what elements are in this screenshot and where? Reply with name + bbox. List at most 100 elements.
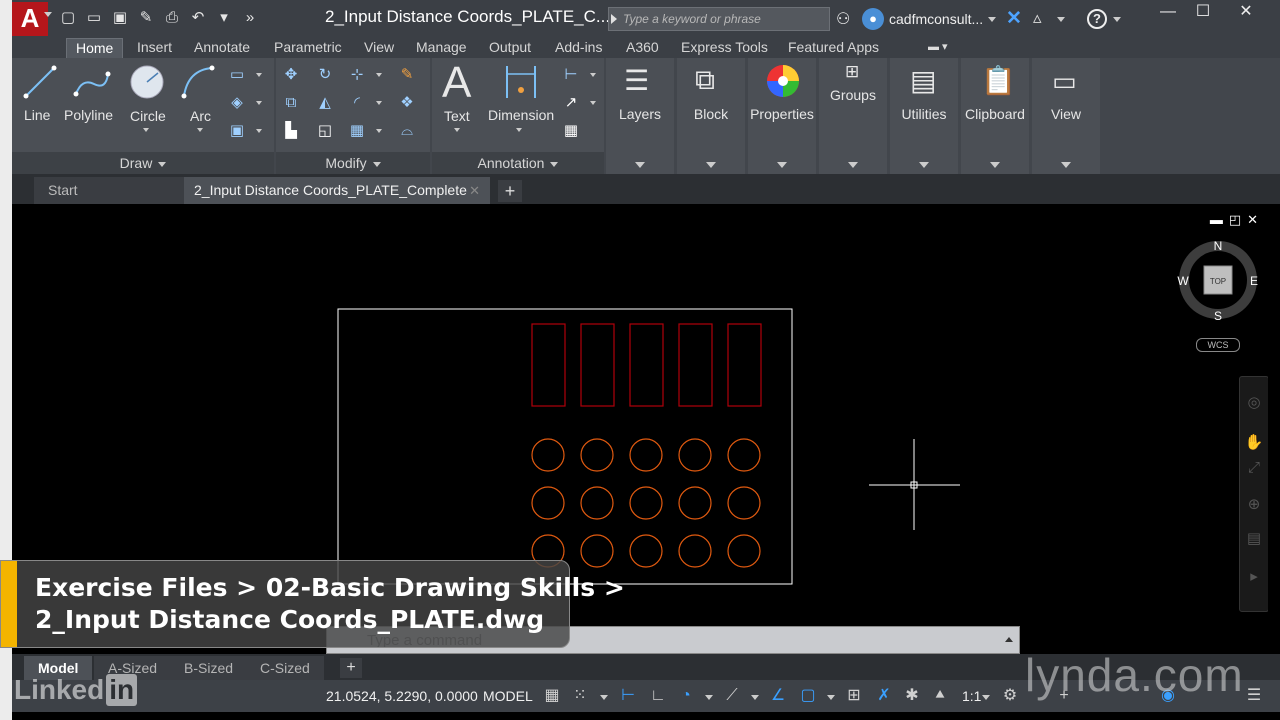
viewcube-south[interactable]: S (1214, 309, 1222, 323)
new-layout-button[interactable]: + (340, 658, 362, 678)
viewcube-north[interactable]: N (1214, 239, 1223, 253)
table-icon[interactable]: ▦ (562, 122, 580, 140)
polar-dropdown-caret-icon[interactable] (705, 695, 713, 700)
text-tool-label[interactable]: Text (444, 108, 470, 124)
layers-dropdown-caret-icon[interactable] (635, 162, 645, 168)
slot-group[interactable] (531, 323, 762, 407)
app-menu-caret-icon[interactable] (44, 12, 52, 17)
save-icon[interactable]: ▣ (110, 9, 130, 27)
annotation-scale-icon[interactable]: ⯅ (930, 686, 950, 706)
object-snap-icon[interactable]: ▢ (798, 686, 818, 706)
wcs-menu-button[interactable]: WCS (1196, 338, 1240, 352)
show-annotation-icon[interactable]: ⊞ (844, 686, 864, 706)
undo-icon[interactable]: ↶ (188, 9, 208, 27)
workspace-switching-icon[interactable]: ⚙ (1000, 686, 1020, 706)
clipboard-panel[interactable]: 📋 Clipboard (961, 58, 1029, 174)
user-name[interactable]: cadfmconsult... (889, 11, 983, 27)
help-icon[interactable]: ? (1087, 9, 1107, 29)
more-tools-icon[interactable]: » (240, 9, 260, 27)
layers-panel[interactable]: ☰ Layers (606, 58, 674, 174)
viewcube-west[interactable]: W (1177, 274, 1189, 288)
slot-rectangle[interactable] (629, 323, 664, 407)
hole-circle[interactable] (580, 534, 614, 568)
snap-icon[interactable]: ⁙ (570, 686, 590, 706)
hole-group[interactable] (531, 438, 761, 568)
grid-icon[interactable]: ▦ (542, 686, 562, 706)
showmotion-icon[interactable]: ▤ (1244, 529, 1264, 549)
connected-dropdown-caret-icon[interactable] (1057, 17, 1065, 22)
application-menu-button[interactable]: A (12, 2, 48, 36)
tab-manage[interactable]: Manage (416, 38, 467, 58)
arc-icon[interactable] (180, 64, 216, 100)
hole-circle[interactable] (531, 486, 565, 520)
hole-circle[interactable] (629, 486, 663, 520)
new-file-icon[interactable]: ▢ (58, 9, 78, 27)
utilities-panel[interactable]: ▤ Utilities (890, 58, 958, 174)
fillet-dropdown-caret-icon[interactable] (376, 101, 382, 105)
move-icon[interactable]: ✥ (282, 66, 300, 84)
block-panel[interactable]: ⧉ Block (677, 58, 745, 174)
viewcube-east[interactable]: E (1250, 274, 1258, 288)
hole-circle[interactable] (580, 486, 614, 520)
array-dropdown-caret-icon[interactable] (376, 129, 382, 133)
undo-dropdown-icon[interactable]: ▾ (214, 9, 234, 27)
linear-dimension-icon[interactable]: ⊢ (562, 66, 580, 84)
annotation-visibility-icon[interactable]: ✗ (874, 686, 894, 706)
isodraft-icon[interactable]: ⟋ (722, 686, 742, 706)
offset-icon[interactable]: ⌓ (398, 122, 416, 140)
arc-dropdown-caret-icon[interactable] (197, 128, 203, 132)
annotation-panel-title[interactable]: Annotation (432, 152, 604, 174)
boundary-dropdown-caret-icon[interactable] (256, 129, 262, 133)
draw-panel-title[interactable]: Draw (12, 152, 274, 174)
minimize-icon[interactable]: — (1148, 2, 1188, 24)
line-tool-label[interactable]: Line (24, 107, 50, 123)
rectangle-dropdown-caret-icon[interactable] (256, 73, 262, 77)
view-dropdown-caret-icon[interactable] (1061, 162, 1071, 168)
boundary-icon[interactable]: ▣ (228, 122, 246, 140)
properties-panel[interactable]: Properties (748, 58, 816, 174)
annotation-scale-value[interactable]: 1:1 (962, 688, 981, 704)
modify-panel-expand-icon[interactable] (372, 161, 381, 167)
groups-dropdown-caret-icon[interactable] (848, 162, 858, 168)
circle-dropdown-caret-icon[interactable] (143, 128, 149, 132)
leader-icon[interactable]: ↗ (562, 94, 580, 112)
scale-dropdown-caret-icon[interactable] (982, 695, 990, 700)
dimension-tool-label[interactable]: Dimension (488, 107, 554, 123)
binoculars-icon[interactable]: ⚇ (836, 9, 850, 29)
groups-panel[interactable]: ⊞ Groups (819, 58, 887, 174)
user-dropdown-caret-icon[interactable] (988, 17, 996, 22)
copy-icon[interactable]: ⧉ (282, 94, 300, 112)
hole-circle[interactable] (531, 438, 565, 472)
trim-dropdown-caret-icon[interactable] (376, 73, 382, 77)
tab-featured-apps[interactable]: Featured Apps (788, 38, 879, 58)
customize-status-bar-icon[interactable]: ☰ (1244, 686, 1264, 706)
circle-tool-label[interactable]: Circle (130, 108, 166, 124)
close-tab-icon[interactable]: ✕ (469, 177, 480, 204)
line-icon[interactable] (22, 64, 58, 100)
utilities-dropdown-caret-icon[interactable] (919, 162, 929, 168)
command-history-caret-icon[interactable] (1005, 637, 1013, 642)
search-expand-icon[interactable] (611, 14, 617, 24)
hole-circle[interactable] (629, 534, 663, 568)
zoom-extents-icon[interactable]: ⤢ (1244, 459, 1264, 479)
ortho-icon[interactable]: ∟ (648, 686, 668, 706)
exchange-apps-icon[interactable]: ✕ (1006, 7, 1022, 30)
rectangle-icon[interactable]: ▭ (228, 66, 246, 84)
tab-express-tools[interactable]: Express Tools (681, 38, 768, 58)
leader-dropdown-caret-icon[interactable] (590, 101, 596, 105)
properties-dropdown-caret-icon[interactable] (777, 162, 787, 168)
stretch-icon[interactable]: ▙ (282, 122, 300, 140)
dimension-icon[interactable] (504, 64, 538, 100)
array-icon[interactable]: ▦ (348, 122, 366, 140)
tab-c-sized[interactable]: C-Sized (246, 656, 324, 680)
osnap-dropdown-caret-icon[interactable] (827, 695, 835, 700)
circle-icon[interactable] (128, 63, 166, 101)
viewcube-top-face[interactable]: TOP (1210, 277, 1226, 286)
plot-icon[interactable]: ⎙ (162, 9, 182, 27)
linear-dimension-caret-icon[interactable] (590, 73, 596, 77)
tab-add-ins[interactable]: Add-ins (555, 38, 602, 58)
model-space-button[interactable]: MODEL (483, 688, 533, 704)
viewcube[interactable]: N S E W TOP (1177, 239, 1258, 323)
tab-view[interactable]: View (364, 38, 394, 58)
polar-tracking-icon[interactable]: ◔ (676, 686, 696, 706)
